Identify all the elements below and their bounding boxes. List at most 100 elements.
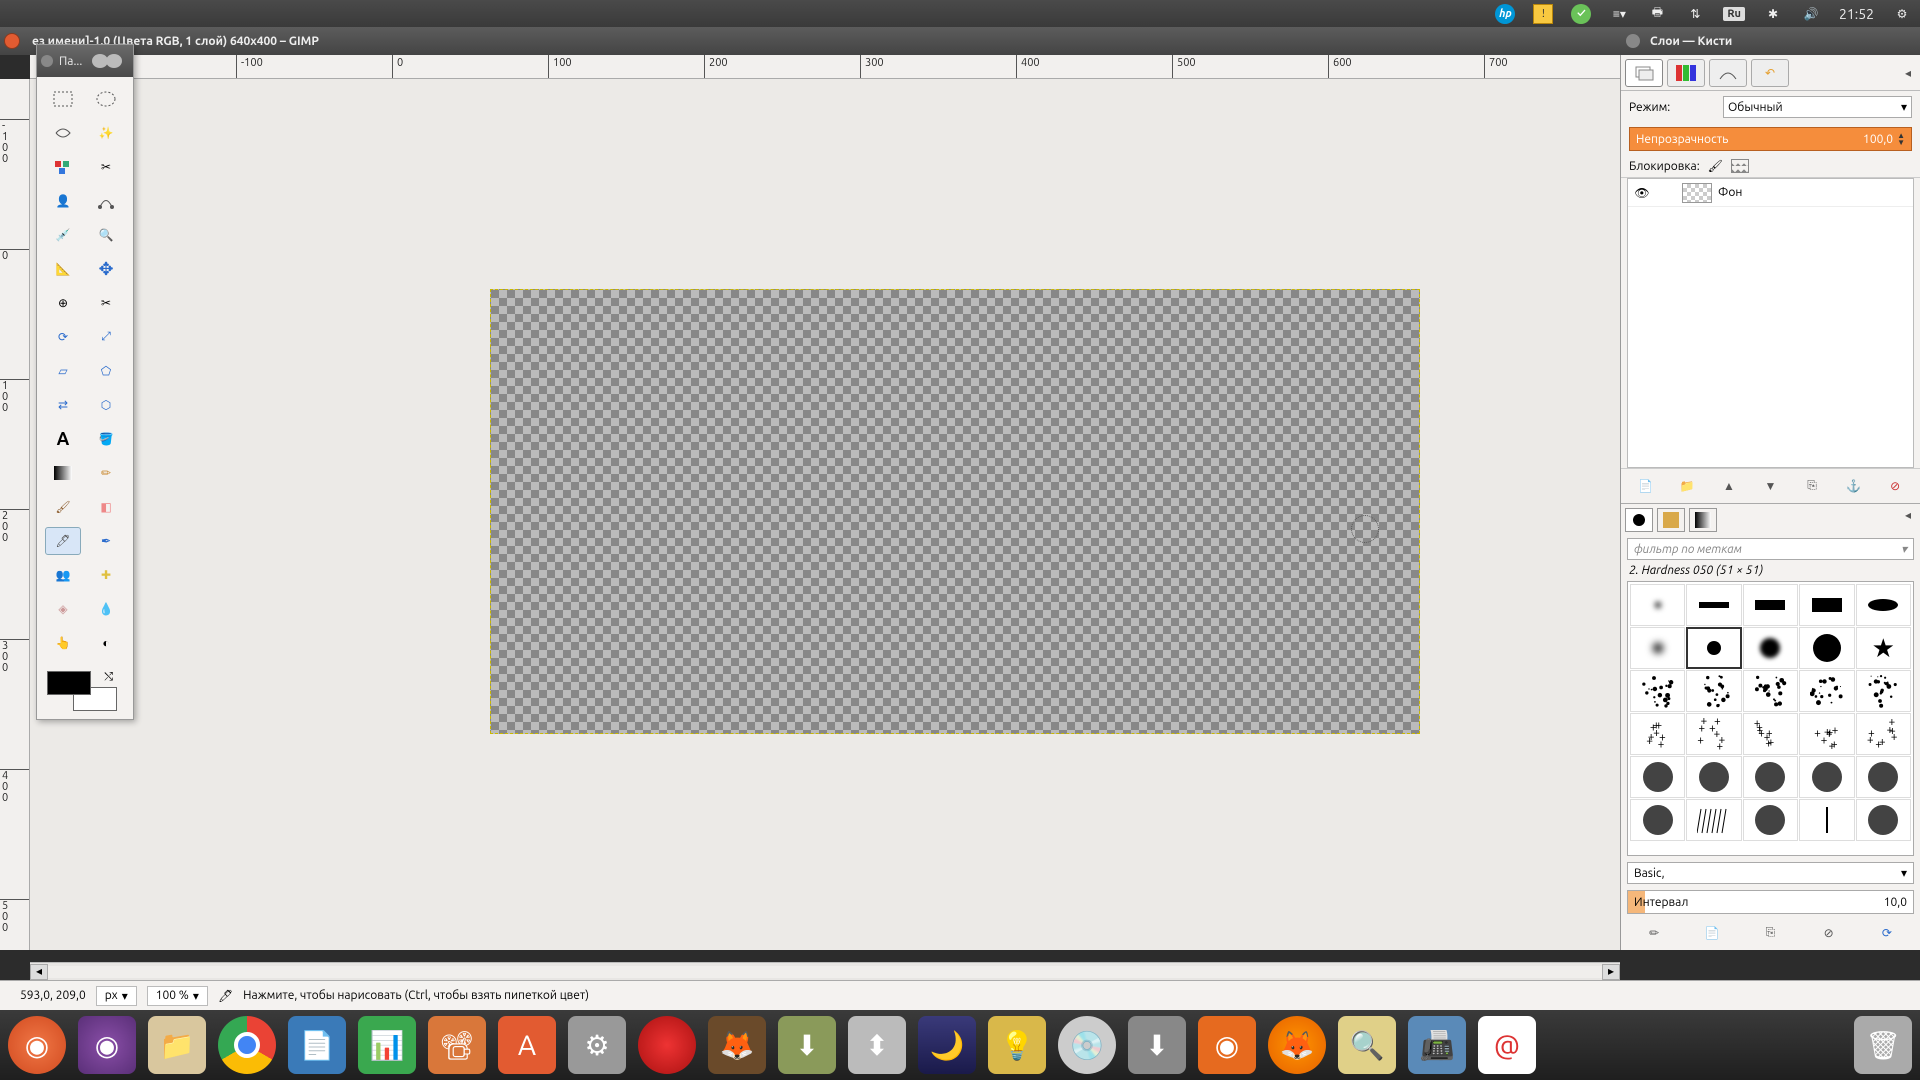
impress-icon[interactable]: 📽	[428, 1016, 486, 1074]
install-icon[interactable]: ⬇	[1128, 1016, 1186, 1074]
brush-category-select[interactable]: Basic,▾	[1627, 862, 1914, 884]
layer-name[interactable]: Фон	[1718, 186, 1742, 199]
brush-cell[interactable]	[1630, 756, 1685, 798]
duplicate-brush-button[interactable]: ⎘	[1759, 922, 1781, 944]
brush-cell[interactable]	[1630, 584, 1685, 626]
lock-pixels-icon[interactable]: 🖌	[1708, 159, 1723, 173]
perspective-clone-tool[interactable]: ◈	[45, 595, 81, 623]
volume-icon[interactable]: 🔊	[1801, 4, 1821, 24]
delete-layer-button[interactable]: ⊘	[1884, 475, 1906, 497]
brush-cell[interactable]: ++++++++	[1630, 713, 1685, 755]
scanner-icon[interactable]: 📠	[1408, 1016, 1466, 1074]
foreground-color[interactable]	[47, 671, 91, 695]
delete-brush-button[interactable]: ⊘	[1818, 922, 1840, 944]
brush-cell[interactable]	[1743, 756, 1798, 798]
paths-tab[interactable]	[1709, 59, 1747, 87]
patterns-tab[interactable]	[1657, 508, 1685, 532]
blender-icon[interactable]: ◉	[1198, 1016, 1256, 1074]
layer-thumbnail[interactable]	[1682, 183, 1712, 203]
brush-cell[interactable]: ++++++++	[1856, 713, 1911, 755]
perspective-tool[interactable]: ⬠	[88, 357, 124, 385]
brush-cell[interactable]: ++++++++	[1686, 713, 1741, 755]
firefox-icon[interactable]: 🦊	[1268, 1016, 1326, 1074]
downloads-icon[interactable]: ⬇	[778, 1016, 836, 1074]
brush-cell[interactable]	[1856, 584, 1911, 626]
reader-icon[interactable]: @	[1478, 1016, 1536, 1074]
keyboard-layout-indicator[interactable]: Ru	[1723, 7, 1745, 21]
rect-select-tool[interactable]	[45, 85, 81, 113]
undo-tab[interactable]: ↶	[1751, 59, 1789, 87]
edit-brush-button[interactable]: ✏	[1643, 922, 1665, 944]
writer-icon[interactable]: 📄	[288, 1016, 346, 1074]
network-icon[interactable]: ⇅	[1685, 4, 1705, 24]
gimp-icon[interactable]: 🦊	[708, 1016, 766, 1074]
flip-tool[interactable]: ⇄	[45, 391, 81, 419]
anchor-layer-button[interactable]: ⚓	[1843, 475, 1865, 497]
fuzzy-select-tool[interactable]: ✨	[88, 119, 124, 147]
scissors-tool[interactable]: ✂	[88, 153, 124, 181]
scroll-track[interactable]	[48, 966, 1602, 978]
brush-cell[interactable]: ++++++++	[1799, 713, 1854, 755]
interval-slider[interactable]: Интервал 10,0	[1627, 890, 1914, 914]
smudge-tool[interactable]: 👆	[45, 629, 81, 657]
zoom-select[interactable]: 100 %▾	[147, 986, 208, 1006]
toolbox-titlebar[interactable]: Па...	[37, 45, 133, 77]
rotate-tool[interactable]: ⟳	[45, 323, 81, 351]
bluetooth-icon[interactable]: ✱	[1763, 4, 1783, 24]
printer-icon[interactable]: 🖶	[1647, 4, 1667, 24]
brush-tab-menu-icon[interactable]: ◂	[1900, 508, 1916, 532]
new-layer-button[interactable]: 📄	[1635, 475, 1657, 497]
scroll-right-button[interactable]: ▸	[1602, 964, 1620, 980]
layer-list[interactable]: 👁 Фон	[1627, 178, 1914, 468]
shear-tool[interactable]: ▱	[45, 357, 81, 385]
brush-cell[interactable]	[1799, 799, 1854, 841]
opacity-slider[interactable]: Непрозрачность 100,0▲▼	[1629, 127, 1912, 151]
gradients-tab[interactable]	[1689, 508, 1717, 532]
brush-cell[interactable]	[1686, 670, 1741, 712]
power-icon[interactable]: ⚙	[1892, 4, 1912, 24]
update-ok-icon[interactable]: ✓	[1571, 4, 1591, 24]
bucket-fill-tool[interactable]: 🪣	[88, 425, 124, 453]
brush-cell[interactable]	[1686, 627, 1741, 669]
swap-colors-icon[interactable]: ⤭	[104, 671, 113, 684]
record-icon[interactable]	[638, 1016, 696, 1074]
calc-icon[interactable]: 📊	[358, 1016, 416, 1074]
disc-icon[interactable]: 💿	[1058, 1016, 1116, 1074]
brush-cell[interactable]	[1799, 756, 1854, 798]
idea-icon[interactable]: 💡	[988, 1016, 1046, 1074]
visibility-icon[interactable]: 👁	[1632, 186, 1652, 200]
foreground-select-tool[interactable]: 👤	[45, 187, 81, 215]
blur-tool[interactable]: 💧	[88, 595, 124, 623]
dash-icon[interactable]: ◉	[8, 1016, 66, 1074]
blend-tool[interactable]	[45, 459, 81, 487]
unit-select[interactable]: px▾	[96, 986, 137, 1006]
mode-select[interactable]: Обычный▾	[1723, 96, 1912, 118]
canvas-scrollbar-horizontal[interactable]: ◂ ▸	[30, 962, 1620, 980]
paths-tool[interactable]	[88, 187, 124, 215]
brush-cell[interactable]	[1743, 584, 1798, 626]
close-button[interactable]	[4, 33, 20, 49]
brushes-tab[interactable]	[1625, 508, 1653, 532]
brush-cell[interactable]	[1686, 799, 1741, 841]
scroll-left-button[interactable]: ◂	[30, 964, 48, 980]
channels-tab[interactable]	[1667, 59, 1705, 87]
crop-tool[interactable]: ✂	[88, 289, 124, 317]
heal-tool[interactable]: ✚	[88, 561, 124, 589]
brush-cell[interactable]	[1743, 670, 1798, 712]
brush-cell[interactable]	[1630, 670, 1685, 712]
color-swatches[interactable]: ⤭	[47, 671, 117, 711]
hp-icon[interactable]: hp	[1495, 4, 1515, 24]
layers-tab[interactable]	[1625, 59, 1663, 87]
lasso-tool[interactable]	[45, 119, 81, 147]
brush-cell[interactable]	[1630, 627, 1685, 669]
files-icon[interactable]: 📁	[148, 1016, 206, 1074]
raise-layer-button[interactable]: ▲	[1718, 475, 1740, 497]
brush-cell[interactable]	[1856, 799, 1911, 841]
brush-filter-input[interactable]: фильтр по меткам▾	[1627, 538, 1914, 560]
brush-grid[interactable]: ★+++++++++++++++++++++++++++++++++++++++…	[1627, 581, 1914, 856]
airbrush-tool[interactable]: 🖊	[45, 527, 81, 555]
brush-cell[interactable]	[1799, 584, 1854, 626]
trash-icon[interactable]: 🗑	[1854, 1016, 1912, 1074]
search-app-icon[interactable]: 🔍	[1338, 1016, 1396, 1074]
brush-cell[interactable]	[1799, 627, 1854, 669]
